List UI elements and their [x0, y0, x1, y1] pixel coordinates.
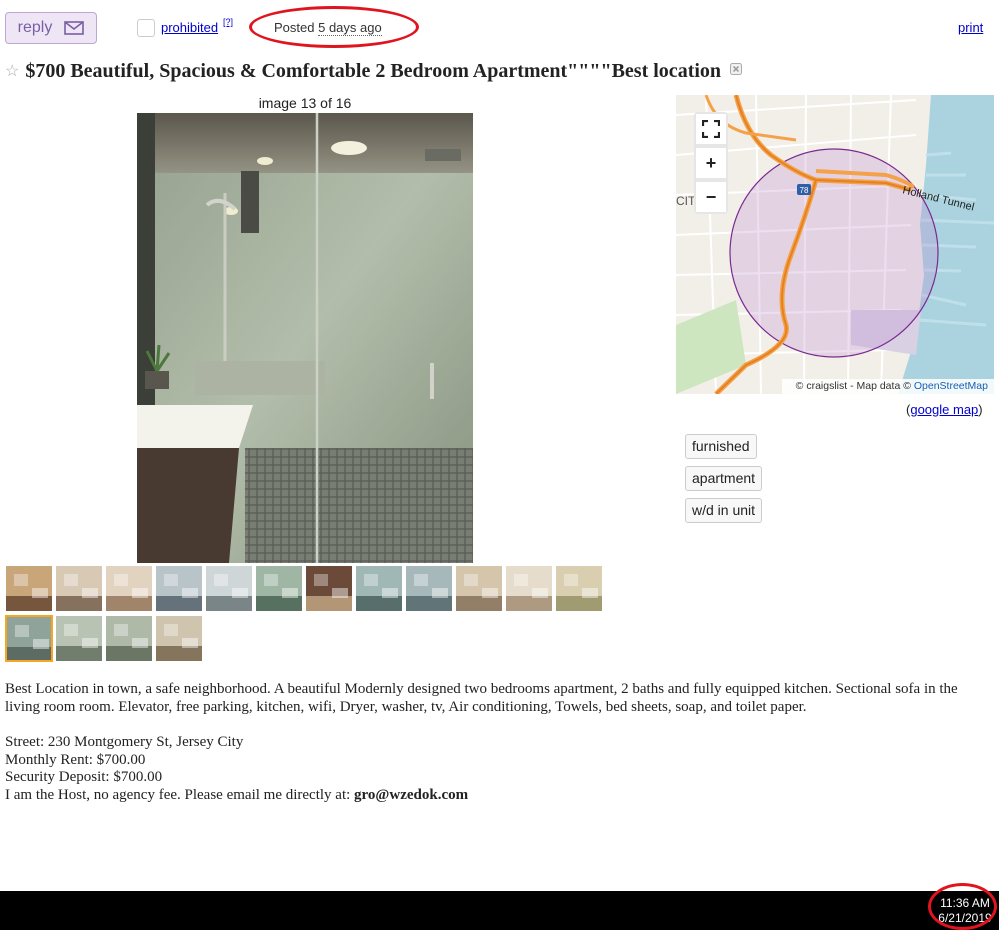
print-link[interactable]: print [958, 20, 983, 35]
thumbnail-image[interactable] [255, 565, 303, 612]
thumbnail-image[interactable] [155, 565, 203, 612]
map-attribution: © craigslist - Map data © OpenStreetMap [782, 379, 994, 394]
interstate-shield: 78 [800, 186, 809, 195]
attribute-tag-apartment: apartment [685, 466, 763, 491]
title-row: ☆ $700 Beautiful, Spacious & Comfortable… [5, 58, 743, 84]
thumbnail-image[interactable] [355, 565, 403, 612]
thumbnail-image[interactable] [555, 565, 603, 612]
attribute-tag-wd-in-unit: w/d in unit [685, 498, 763, 523]
thumbnail-image[interactable] [305, 565, 353, 612]
posting-title: $700 Beautiful, Spacious & Comfortable 2… [25, 59, 722, 82]
contact-prefix: I am the Host, no agency fee. Please ema… [5, 786, 355, 803]
favorite-star-icon[interactable]: ☆ [5, 61, 19, 81]
openstreetmap-link[interactable]: OpenStreetMap [914, 380, 988, 392]
map-controls: + − [694, 112, 728, 214]
google-map-close-paren: ) [978, 402, 983, 417]
thumbnail-image[interactable] [105, 615, 153, 662]
windows-taskbar [0, 891, 999, 930]
map-attribution-text: © craigslist - Map data © [795, 380, 911, 392]
thumbnail-image[interactable] [155, 615, 203, 662]
zoom-out-button[interactable]: − [696, 182, 726, 212]
google-map-link[interactable]: google map [910, 402, 978, 417]
envelope-icon [64, 21, 85, 35]
reply-label: reply [17, 19, 53, 36]
street-line: Street: 230 Montgomery St, Jersey City [5, 734, 244, 750]
thumbnail-image[interactable] [5, 565, 53, 612]
attribute-tag-furnished: furnished [685, 434, 757, 459]
posted-ago: 5 days ago [318, 20, 382, 36]
thumbnail-image[interactable] [455, 565, 503, 612]
contact-line: I am the Host, no agency fee. Please ema… [5, 787, 995, 805]
posting-body: Best Location in town, a safe neighborho… [5, 681, 995, 804]
description-paragraph: Best Location in town, a safe neighborho… [5, 681, 958, 715]
thumbnail-image[interactable] [405, 565, 453, 612]
thumbnail-image[interactable] [205, 565, 253, 612]
clock-time: 11:36 AM [940, 896, 990, 910]
prohibited-help-link[interactable]: [?] [223, 17, 233, 27]
image-counter: image 13 of 16 [258, 95, 352, 111]
thumbnail-image[interactable] [5, 615, 53, 662]
flag-prohibited-checkbox[interactable] [137, 19, 155, 37]
thumbnail-image[interactable] [55, 565, 103, 612]
thumbnail-image[interactable] [105, 565, 153, 612]
taskbar-clock[interactable]: 11:36 AM 6/21/2019 [935, 896, 995, 926]
google-map-wrapper: (google map) [906, 402, 983, 417]
contact-email: gro@wzedok.com [354, 786, 469, 803]
hide-posting-icon[interactable] [729, 62, 743, 81]
map-place-label: CIT [676, 194, 696, 208]
zoom-in-button[interactable]: + [696, 148, 726, 178]
clock-date: 6/21/2019 [938, 911, 992, 925]
fullscreen-icon[interactable] [696, 114, 726, 144]
thumbnail-image[interactable] [55, 615, 103, 662]
thumbnail-image[interactable] [505, 565, 553, 612]
reply-button[interactable]: reply [5, 12, 97, 44]
rent-line: Monthly Rent: $700.00 [5, 751, 146, 768]
main-image[interactable] [137, 113, 473, 563]
deposit-line: Security Deposit: $700.00 [5, 769, 163, 785]
posted-date: Posted 5 days ago [274, 20, 382, 36]
posted-label: Posted [274, 20, 315, 35]
flag-prohibited-link[interactable]: prohibited [161, 20, 218, 35]
